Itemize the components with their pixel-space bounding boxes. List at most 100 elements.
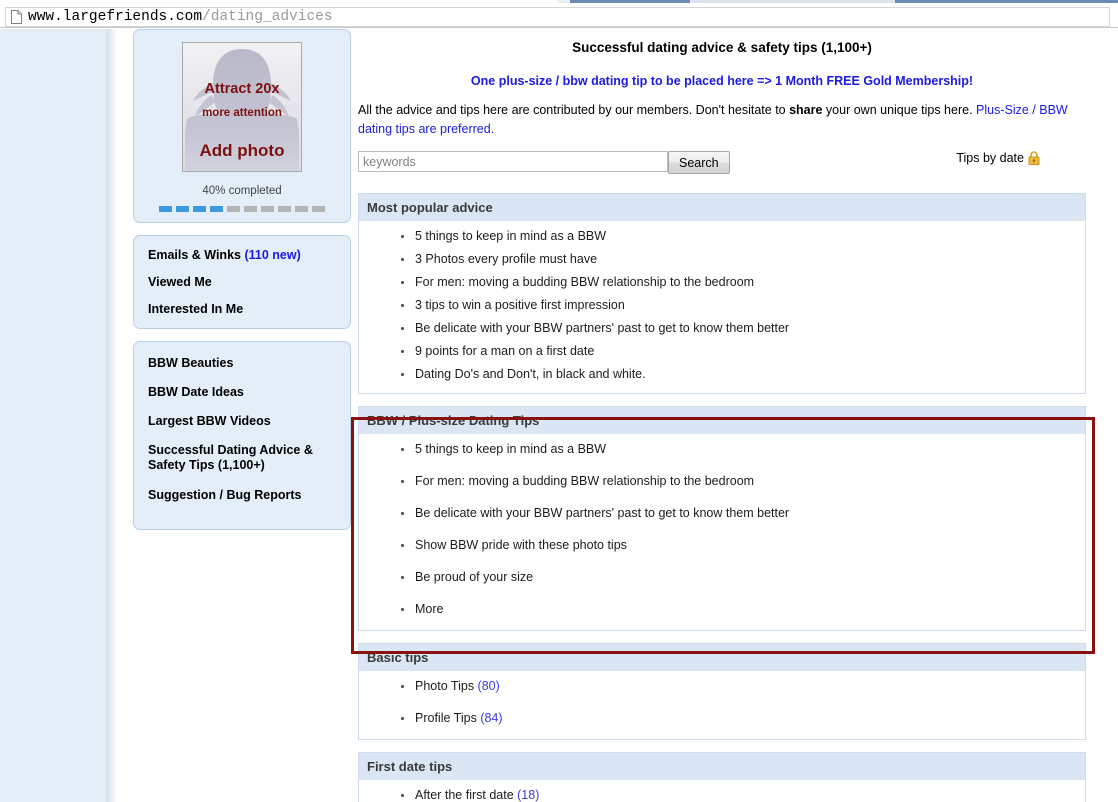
tips-by-date-label: Tips by date xyxy=(956,151,1024,165)
tip-count: (80) xyxy=(477,679,500,693)
profile-completion-label: 40% completed xyxy=(202,185,282,197)
intro-text-2: your own unique tips here. xyxy=(822,103,977,117)
sidebar-item-link[interactable]: BBW Beauties xyxy=(148,356,350,370)
progress-dot xyxy=(295,206,308,212)
section-body: Photo Tips (80) Profile Tips (84) xyxy=(359,671,1085,739)
tip-label: Profile Tips xyxy=(415,711,481,725)
document-icon xyxy=(11,10,22,24)
search-input[interactable] xyxy=(358,151,668,172)
section-title: BBW / Plus-size Dating Tips xyxy=(359,407,1085,434)
tip-label: 9 points for a man on a first date xyxy=(415,344,595,358)
tip-label: Dating Do's and Don't, in black and whit… xyxy=(415,367,646,381)
sidebar: Attract 20x more attention Add photo 40%… xyxy=(133,29,351,542)
tip-list-item[interactable]: More xyxy=(401,602,1085,617)
intro-emphasis: share xyxy=(789,103,823,117)
sidebar-item-label: Largest BBW Videos xyxy=(148,414,271,428)
tip-count: (18) xyxy=(517,788,540,802)
photo-placeholder[interactable]: Attract 20x more attention Add photo xyxy=(182,42,302,172)
section-title: Most popular advice xyxy=(359,194,1085,221)
tip-list-item[interactable]: Be proud of your size xyxy=(401,570,1085,585)
sidebar-item-message[interactable]: Interested In Me xyxy=(148,302,350,316)
section-title: First date tips xyxy=(359,753,1085,780)
add-photo-cta[interactable]: Add photo xyxy=(183,141,301,161)
sidebar-item-link[interactable]: Suggestion / Bug Reports xyxy=(148,488,350,502)
tips-list: 5 things to keep in mind as a BBW For men… xyxy=(359,442,1085,617)
sidebar-item-message[interactable]: Emails & Winks (110 new) xyxy=(148,248,350,262)
tips-section: First date tips After the first date (18) xyxy=(358,752,1086,802)
intro-paragraph: All the advice and tips here are contrib… xyxy=(358,88,1084,139)
progress-dot xyxy=(227,206,240,212)
sidebar-item-label: Successful Dating Advice & Safety Tips (… xyxy=(148,443,313,472)
tip-list-item[interactable]: Be delicate with your BBW partners' past… xyxy=(401,506,1085,521)
photo-subline: more attention xyxy=(202,107,282,119)
sidebar-item-link[interactable]: Largest BBW Videos xyxy=(148,414,350,428)
progress-dot xyxy=(312,206,325,212)
page-left-background xyxy=(0,29,106,802)
tip-list-item[interactable]: Dating Do's and Don't, in black and whit… xyxy=(401,367,1085,382)
tip-label: Show BBW pride with these photo tips xyxy=(415,538,627,552)
search-button[interactable]: Search xyxy=(668,151,730,174)
tip-list-item[interactable]: 5 things to keep in mind as a BBW xyxy=(401,229,1085,244)
web-page: Attract 20x more attention Add photo 40%… xyxy=(0,29,1118,802)
tip-list-item[interactable]: Profile Tips (84) xyxy=(401,711,1085,726)
sidebar-item-badge: (110 new) xyxy=(240,248,301,262)
sidebar-item-label: Viewed Me xyxy=(148,275,212,289)
tips-section: Basic tips Photo Tips (80) Profile Tips (8… xyxy=(358,643,1086,740)
tip-list-item[interactable]: 3 Photos every profile must have xyxy=(401,252,1085,267)
tip-label: For men: moving a budding BBW relationsh… xyxy=(415,474,755,488)
page-title: Successful dating advice & safety tips (… xyxy=(572,40,872,55)
tip-list-item[interactable]: 5 things to keep in mind as a BBW xyxy=(401,442,1085,457)
search-row: Search Tips by date xyxy=(358,151,1086,181)
tip-label: After the first date xyxy=(415,788,518,802)
progress-dot xyxy=(210,206,223,212)
tips-by-date-link[interactable]: Tips by date xyxy=(956,151,1040,165)
progress-dot xyxy=(193,206,206,212)
address-bar: www.largefriends.com/dating_advices xyxy=(0,3,1118,28)
url-host: www.largefriends.com xyxy=(28,9,203,25)
photo-headline: Attract 20x xyxy=(204,81,280,97)
tip-label: Be proud of your size xyxy=(415,570,534,584)
sidebar-item-label: BBW Date Ideas xyxy=(148,385,244,399)
sidebar-item-message[interactable]: Viewed Me xyxy=(148,275,350,289)
progress-dot xyxy=(176,206,189,212)
tip-list-item[interactable]: 3 tips to win a positive first impressio… xyxy=(401,298,1085,313)
sidebar-item-link[interactable]: BBW Date Ideas xyxy=(148,385,350,399)
main-content: Successful dating advice & safety tips (… xyxy=(358,29,1086,802)
section-title: Basic tips xyxy=(359,644,1085,671)
progress-dot xyxy=(244,206,257,212)
tip-list-item[interactable]: Show BBW pride with these photo tips xyxy=(401,538,1085,553)
address-bar-input[interactable]: www.largefriends.com/dating_advices xyxy=(5,7,1110,27)
intro-text-1: All the advice and tips here are contrib… xyxy=(358,103,790,117)
tip-list-item[interactable]: For men: moving a budding BBW relationsh… xyxy=(401,474,1085,489)
tip-label: 3 tips to win a positive first impressio… xyxy=(415,298,625,312)
sidebar-links-group: BBW Beauties BBW Date Ideas Largest BBW Vi… xyxy=(133,341,351,530)
tip-list-item[interactable]: Photo Tips (80) xyxy=(401,679,1085,694)
tip-list-item[interactable]: Be delicate with your BBW partners' past… xyxy=(401,321,1085,336)
lock-icon xyxy=(1028,151,1040,165)
page-left-shadow xyxy=(106,29,118,802)
sidebar-item-label: Emails & Winks xyxy=(148,248,241,262)
tip-count: (84) xyxy=(480,711,503,725)
section-body: After the first date (18) xyxy=(359,780,1085,802)
sections-container: Most popular advice 5 things to keep in m… xyxy=(358,193,1086,802)
tip-list-item[interactable]: For men: moving a budding BBW relationsh… xyxy=(401,275,1085,290)
section-body: 5 things to keep in mind as a BBW 3 Photo… xyxy=(359,221,1085,393)
sidebar-item-link[interactable]: Successful Dating Advice & Safety Tips (… xyxy=(148,443,350,473)
tip-list-item[interactable]: 9 points for a man on a first date xyxy=(401,344,1085,359)
tip-list-item[interactable]: After the first date (18) xyxy=(401,788,1085,802)
tips-list: 5 things to keep in mind as a BBW 3 Photo… xyxy=(359,229,1085,382)
sidebar-item-label: BBW Beauties xyxy=(148,356,234,370)
url-path: /dating_advices xyxy=(202,9,333,25)
tips-section: BBW / Plus-size Dating Tips 5 things to k… xyxy=(358,406,1086,631)
section-body: 5 things to keep in mind as a BBW For men… xyxy=(359,434,1085,630)
sidebar-messages-group: Emails & Winks (110 new) Viewed Me Interes… xyxy=(133,235,351,329)
add-photo-card[interactable]: Attract 20x more attention Add photo 40%… xyxy=(133,29,351,223)
profile-completion-progress xyxy=(134,206,350,212)
tip-label: Be delicate with your BBW partners' past… xyxy=(415,506,790,520)
promo-link[interactable]: One plus-size / bbw dating tip to be pla… xyxy=(358,55,1086,88)
tip-label: For men: moving a budding BBW relationsh… xyxy=(415,275,755,289)
sidebar-item-label: Interested In Me xyxy=(148,302,244,316)
tip-label: More xyxy=(415,602,444,616)
tips-section: Most popular advice 5 things to keep in m… xyxy=(358,193,1086,394)
browser-window: www.largefriends.com/dating_advices Attr… xyxy=(0,0,1118,802)
